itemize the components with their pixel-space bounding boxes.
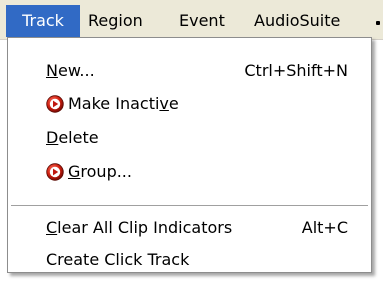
menu-track[interactable]: Track	[6, 5, 80, 37]
menu-audiosuite[interactable]: AudioSuite	[254, 5, 340, 37]
track-menu-dropdown: New... Ctrl+Shift+N Make Inactive Delete	[7, 37, 372, 273]
menu-item-label: Group...	[68, 162, 132, 181]
menu-separator	[11, 205, 368, 207]
menu-item-label: Make Inactive	[68, 94, 179, 113]
menu-event[interactable]: Event	[179, 5, 225, 37]
menu-item-make-inactive[interactable]: Make Inactive	[8, 89, 371, 119]
red-circle-arrow-icon	[46, 163, 64, 181]
red-circle-arrow-icon	[46, 95, 64, 113]
menu-item-create-click-track[interactable]: Create Click Track	[8, 245, 371, 275]
menu-item-new[interactable]: New... Ctrl+Shift+N	[8, 56, 371, 86]
menu-item-shortcut: Alt+C	[301, 218, 348, 237]
menu-item-delete[interactable]: Delete	[8, 123, 371, 153]
app-window: Track Region Event AudioSuite New... Ctr…	[0, 0, 383, 281]
menu-item-label: Delete	[46, 128, 99, 147]
menu-region[interactable]: Region	[88, 5, 143, 37]
menu-item-label: New...	[46, 61, 95, 80]
menu-overflow-indicator	[376, 21, 380, 25]
menu-bar: Track Region Event AudioSuite	[0, 0, 383, 40]
menu-item-shortcut: Ctrl+Shift+N	[244, 61, 348, 80]
menu-item-group[interactable]: Group...	[8, 157, 371, 187]
menu-item-clear-all-clip-indicators[interactable]: Clear All Clip Indicators Alt+C	[8, 213, 371, 243]
menu-item-label: Create Click Track	[46, 250, 190, 269]
menu-item-label: Clear All Clip Indicators	[46, 218, 233, 237]
